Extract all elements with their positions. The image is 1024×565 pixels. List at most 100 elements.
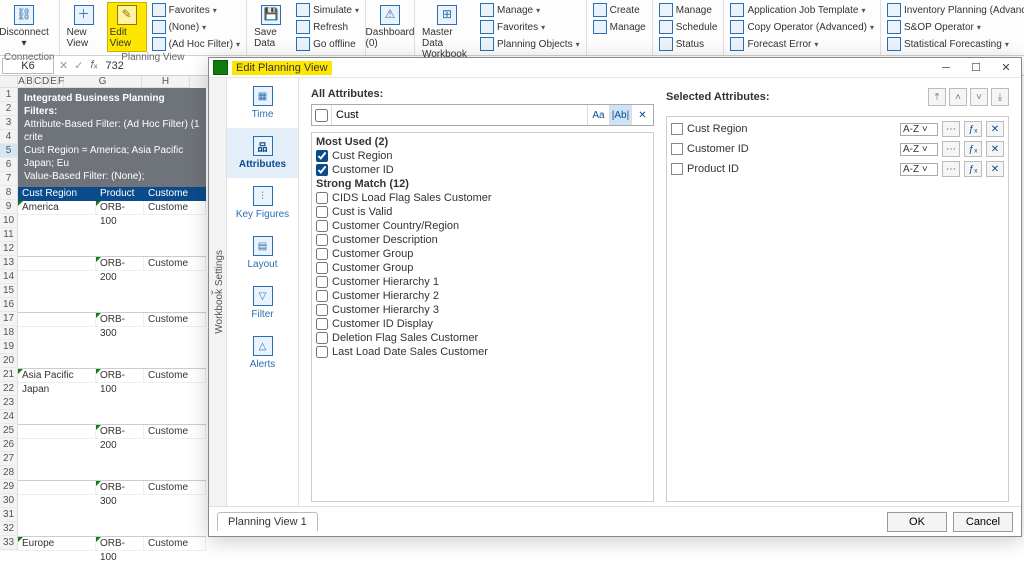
cancel-formula-icon[interactable]: ✕ <box>56 59 71 72</box>
move-top-button[interactable]: ⤒ <box>928 88 946 106</box>
attribute-item[interactable]: Customer Hierarchy 1 <box>314 275 651 289</box>
status-button[interactable]: Status <box>657 36 720 52</box>
attribute-item[interactable]: Customer Country/Region <box>314 219 651 233</box>
workbook-settings-strip[interactable]: › Workbook Settings <box>209 78 227 506</box>
search-input[interactable] <box>332 105 587 125</box>
remove-button[interactable]: ✕ <box>986 141 1004 157</box>
attribute-checkbox[interactable] <box>316 248 328 260</box>
clear-search-button[interactable]: ✕ <box>631 105 653 125</box>
copy-operator-menu[interactable]: Copy Operator (Advanced)▾ <box>728 19 876 35</box>
fx-button[interactable]: ƒₓ <box>964 161 982 177</box>
attribute-item[interactable]: Customer Group <box>314 261 651 275</box>
enter-formula-icon[interactable]: ✓ <box>71 59 86 72</box>
remove-button[interactable]: ✕ <box>986 121 1004 137</box>
save-data-button[interactable]: 💾 Save Data <box>251 2 291 52</box>
attribute-item[interactable]: Customer ID Display <box>314 317 651 331</box>
app-job-template-menu[interactable]: Application Job Template▾ <box>728 2 876 18</box>
sort-dropdown[interactable]: A-Z ˅ <box>900 123 938 136</box>
attribute-checkbox[interactable] <box>316 346 328 358</box>
sort-dropdown[interactable]: A-Z ˅ <box>900 143 938 156</box>
statistical-forecasting-menu[interactable]: Statistical Forecasting▾ <box>885 36 1024 52</box>
attribute-item[interactable]: Last Load Date Sales Customer <box>314 345 651 359</box>
nav-layout[interactable]: ▤Layout <box>227 228 298 278</box>
nav-time[interactable]: ▦Time <box>227 78 298 128</box>
attribute-checkbox[interactable] <box>316 234 328 246</box>
create-button[interactable]: Create <box>591 2 648 18</box>
attribute-item[interactable]: Customer Hierarchy 2 <box>314 289 651 303</box>
more-button[interactable]: ⋯ <box>942 121 960 137</box>
name-box[interactable]: K6 <box>2 58 54 74</box>
maximize-button[interactable]: ☐ <box>961 59 991 77</box>
more-button[interactable]: ⋯ <box>942 161 960 177</box>
nav-attributes[interactable]: 品Attributes <box>227 128 298 178</box>
row-checkbox[interactable] <box>671 163 683 175</box>
attribute-item[interactable]: Cust is Valid <box>314 205 651 219</box>
row-checkbox[interactable] <box>671 123 683 135</box>
planning-objects-menu[interactable]: Planning Objects▾ <box>478 36 582 52</box>
select-all-checkbox[interactable] <box>312 105 332 125</box>
fx-button[interactable]: ƒₓ <box>964 141 982 157</box>
fx-icon[interactable]: 𝑓ₓ <box>86 59 101 72</box>
attribute-item[interactable]: CIDS Load Flag Sales Customer <box>314 191 651 205</box>
table-row[interactable]: ORB-200Custome <box>18 257 206 271</box>
nav-key-figures[interactable]: ⫶Key Figures <box>227 178 298 228</box>
more-button[interactable]: ⋯ <box>942 141 960 157</box>
new-view-button[interactable]: ＋ New View <box>64 2 104 52</box>
cancel-button[interactable]: Cancel <box>953 512 1013 532</box>
nav-filter[interactable]: ▽Filter <box>227 278 298 328</box>
remove-button[interactable]: ✕ <box>986 161 1004 177</box>
attribute-item[interactable]: Customer ID <box>314 163 651 177</box>
selected-attributes-list[interactable]: Cust Region A-Z ˅ ⋯ ƒₓ ✕ Customer ID A-Z… <box>666 116 1009 502</box>
attribute-item[interactable]: Cust Region <box>314 149 651 163</box>
refresh-button[interactable]: Refresh <box>294 19 361 35</box>
attribute-item[interactable]: Customer Description <box>314 233 651 247</box>
simulate-menu[interactable]: Simulate▾ <box>294 2 361 18</box>
ok-button[interactable]: OK <box>887 512 947 532</box>
match-case-button[interactable]: Aa <box>587 105 609 125</box>
forecast-error-menu[interactable]: Forecast Error▾ <box>728 36 876 52</box>
favorites-menu[interactable]: Favorites▾ <box>150 2 242 18</box>
attribute-checkbox[interactable] <box>316 206 328 218</box>
none-filter-menu[interactable]: (None)▾ <box>150 19 242 35</box>
manage2-button[interactable]: Manage <box>591 19 648 35</box>
attribute-item[interactable]: Deletion Flag Sales Customer <box>314 331 651 345</box>
available-attributes-list[interactable]: Most Used (2) Cust RegionCustomer ID Str… <box>311 132 654 502</box>
inventory-planning-menu[interactable]: Inventory Planning (Advanced)▾ <box>885 2 1024 18</box>
sort-dropdown[interactable]: A-Z ˅ <box>900 163 938 176</box>
attribute-checkbox[interactable] <box>316 262 328 274</box>
dashboard-button[interactable]: ⚠ Dashboard (0) <box>370 2 410 52</box>
attribute-item[interactable]: Customer Hierarchy 3 <box>314 303 651 317</box>
formula-value[interactable]: 732 <box>101 60 127 72</box>
attribute-checkbox[interactable] <box>316 304 328 316</box>
edit-view-button[interactable]: ✎ Edit View <box>107 2 147 52</box>
attribute-checkbox[interactable] <box>316 164 328 176</box>
minimize-button[interactable]: ─ <box>931 59 961 77</box>
move-down-button[interactable]: ˅ <box>970 88 988 106</box>
manage3-button[interactable]: Manage <box>657 2 720 18</box>
table-row[interactable]: Asia Pacific JapanORB-100Custome <box>18 369 206 383</box>
favorites2-menu[interactable]: Favorites▾ <box>478 19 582 35</box>
attribute-checkbox[interactable] <box>316 332 328 344</box>
selected-attribute-row[interactable]: Customer ID A-Z ˅ ⋯ ƒₓ ✕ <box>669 139 1006 159</box>
attribute-item[interactable]: Customer Group <box>314 247 651 261</box>
nav-alerts[interactable]: △Alerts <box>227 328 298 378</box>
fx-button[interactable]: ƒₓ <box>964 121 982 137</box>
manage-menu[interactable]: Manage▾ <box>478 2 582 18</box>
adhoc-filter-menu[interactable]: (Ad Hoc Filter)▾ <box>150 36 242 52</box>
attribute-checkbox[interactable] <box>316 290 328 302</box>
tab-planning-view-1[interactable]: Planning View 1 <box>217 512 318 531</box>
dialog-titlebar[interactable]: Edit Planning View ─ ☐ ✕ <box>209 58 1021 78</box>
move-up-button[interactable]: ˄ <box>949 88 967 106</box>
move-bottom-button[interactable]: ⤓ <box>991 88 1009 106</box>
master-data-button[interactable]: ⊞ Master Data Workbook <box>419 2 475 63</box>
schedule-button[interactable]: Schedule <box>657 19 720 35</box>
attribute-checkbox[interactable] <box>316 220 328 232</box>
attribute-checkbox[interactable] <box>316 276 328 288</box>
selected-attribute-row[interactable]: Cust Region A-Z ˅ ⋯ ƒₓ ✕ <box>669 119 1006 139</box>
table-row[interactable]: EuropeORB-100Custome <box>18 537 206 551</box>
close-button[interactable]: ✕ <box>991 59 1021 77</box>
attribute-checkbox[interactable] <box>316 150 328 162</box>
disconnect-button[interactable]: ⛓ Disconnect ▾ <box>4 2 44 52</box>
table-row[interactable]: AmericaORB-100Custome <box>18 201 206 215</box>
table-row[interactable]: ORB-300Custome <box>18 481 206 495</box>
